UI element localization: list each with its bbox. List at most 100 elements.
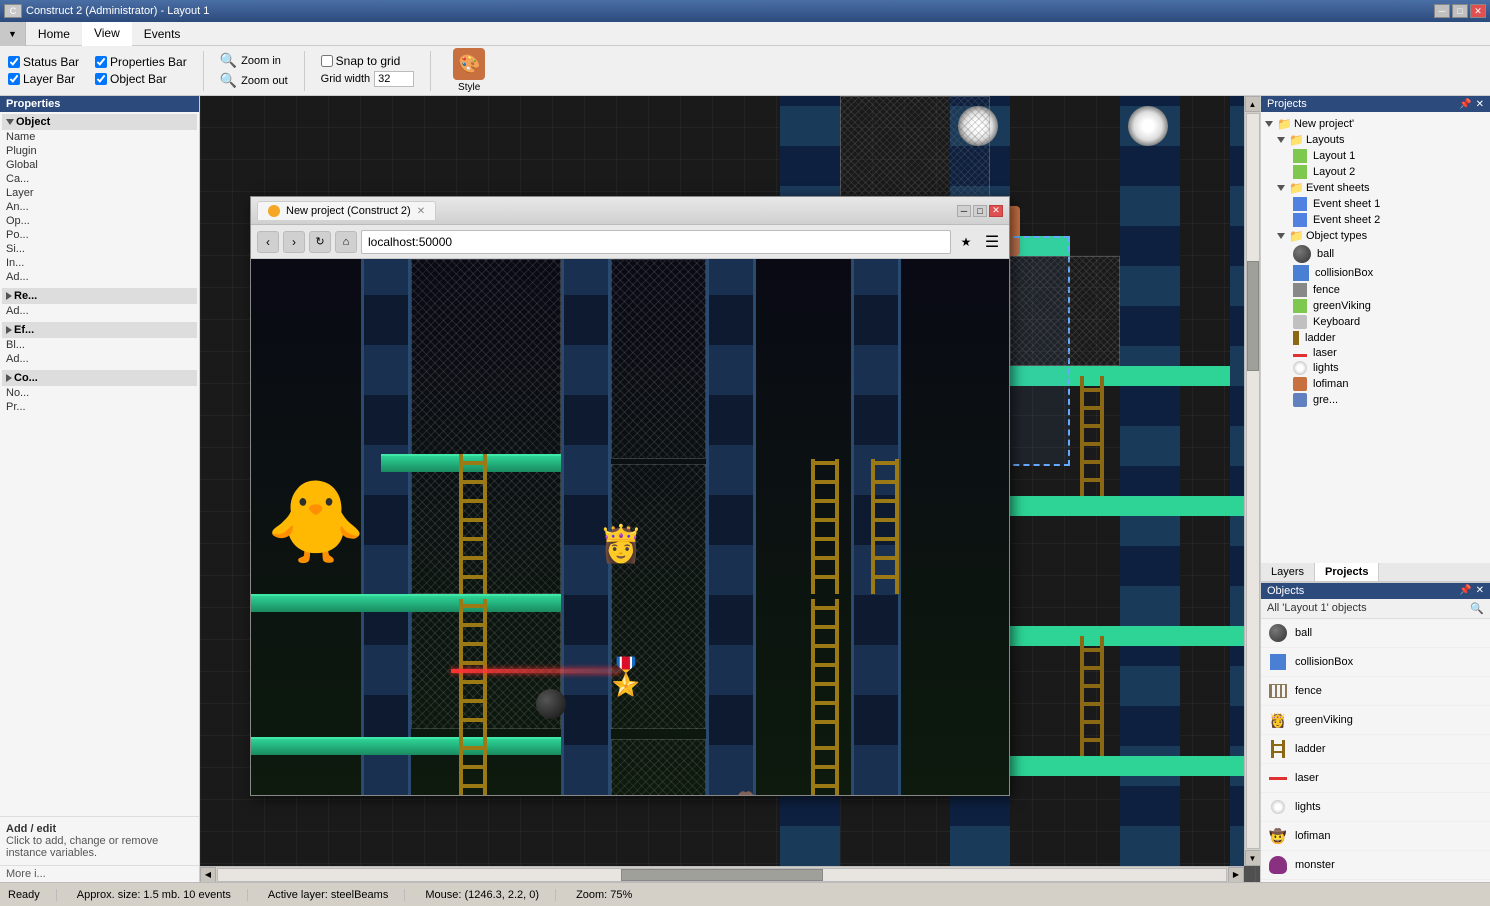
object-item-monster[interactable]: monster [1261,851,1490,880]
tree-obj-lights[interactable]: lights [1261,360,1490,376]
browser-minimize[interactable]: ─ [957,205,971,217]
scroll-up-btn[interactable]: ▲ [1245,96,1261,112]
center-canvas-area[interactable]: 👑 New project (Construct 2) ✕ [200,96,1260,882]
browser-maximize[interactable]: □ [973,205,987,217]
objects-search-btn[interactable]: 🔍 [1470,602,1484,615]
scroll-right-btn[interactable]: ▶ [1228,867,1244,883]
tree-event-2[interactable]: Event sheet 2 [1261,212,1490,228]
browser-tab[interactable]: New project (Construct 2) ✕ [257,201,436,220]
object-name-greenviking: greenViking [1295,714,1353,726]
object-item-fence[interactable]: fence [1261,677,1490,706]
browser-bookmark[interactable]: ★ [955,231,977,253]
app-menu-button[interactable]: ▼ [0,22,26,46]
object-item-ball[interactable]: ball [1261,619,1490,648]
h-scrollbar-track[interactable] [217,868,1227,882]
object-item-lights[interactable]: lights [1261,793,1490,822]
object-item-greenviking[interactable]: 👸 greenViking [1261,706,1490,735]
browser-window-controls[interactable]: ─ □ ✕ [957,205,1003,217]
prop-section-header-co[interactable]: Co... [2,370,197,386]
status-active-layer: Active layer: steelBeams [268,889,405,901]
browser-window[interactable]: New project (Construct 2) ✕ ─ □ ✕ ‹ › ↻ … [250,196,1010,796]
prop-section-header-object[interactable]: Object [2,114,197,130]
tree-layout-1-label: Layout 1 [1313,150,1355,162]
browser-refresh[interactable]: ↻ [309,231,331,253]
tree-obj-ball[interactable]: ball [1261,244,1490,264]
v-scrollbar-thumb[interactable] [1247,261,1259,371]
tree-root[interactable]: 📁 New project' [1261,116,1490,132]
v-scrollbar-track[interactable] [1246,113,1260,849]
grid-width-input[interactable] [374,71,414,87]
v-scrollbar[interactable]: ▲ ▼ [1244,96,1260,866]
tree-obj-more[interactable]: gre... [1261,392,1490,408]
scroll-down-btn[interactable]: ▼ [1245,850,1261,866]
game-ladder-5 [811,599,839,739]
object-icon-lights [1267,796,1289,818]
menu-view[interactable]: View [82,22,132,46]
objects-pin-btn[interactable]: 📌 [1459,585,1471,597]
tree-layouts[interactable]: 📁 Layouts [1261,132,1490,148]
tree-object-types[interactable]: 📁 Object types [1261,228,1490,244]
tab-projects[interactable]: Projects [1315,563,1379,581]
window-controls[interactable]: ─ □ ✕ [1434,4,1486,18]
tree-event-1[interactable]: Event sheet 1 [1261,196,1490,212]
game-platform-3 [251,737,561,755]
tree-obj-laser[interactable]: laser [1261,346,1490,360]
tree-root-label: New project' [1294,118,1354,130]
tree-obj-collisionbox[interactable]: collisionBox [1261,264,1490,282]
h-scrollbar[interactable]: ◀ ▶ [200,866,1244,882]
properties-bar-toggle[interactable]: Properties Bar [95,55,187,69]
zoom-out-btn[interactable]: 🔍 Zoom out [220,72,288,89]
grid-width-row: Grid width [321,71,415,87]
browser-forward[interactable]: › [283,231,305,253]
minimize-btn[interactable]: ─ [1434,4,1450,18]
object-item-collisionbox[interactable]: collisionBox [1261,648,1490,677]
tree-obj-keyboard[interactable]: Keyboard [1261,314,1490,330]
object-icon-greenviking: 👸 [1267,709,1289,731]
projects-close-btn[interactable]: ✕ [1476,99,1484,110]
browser-url-bar[interactable] [361,230,951,254]
zoom-in-btn[interactable]: 🔍 Zoom in [220,52,288,69]
objects-header-controls[interactable]: 📌 ✕ [1459,585,1484,597]
tree-layout-2[interactable]: Layout 2 [1261,164,1490,180]
object-item-ladder[interactable]: ladder [1261,735,1490,764]
browser-back[interactable]: ‹ [257,231,279,253]
tree-event-sheets[interactable]: 📁 Event sheets [1261,180,1490,196]
title-bar-left: C Construct 2 (Administrator) - Layout 1 [4,4,209,18]
projects-header-controls[interactable]: 📌 ✕ [1459,99,1484,110]
maximize-btn[interactable]: □ [1452,4,1468,18]
style-btn[interactable]: 🎨 Style [447,46,491,95]
projects-tree[interactable]: 📁 New project' 📁 Layouts Layout 1 Layout… [1261,112,1490,563]
status-bar: Ready Approx. size: 1.5 mb. 10 events Ac… [0,882,1490,906]
close-btn[interactable]: ✕ [1470,4,1486,18]
toolbar-view-checkboxes-2: Properties Bar Object Bar [95,55,187,86]
app-menu-btn[interactable]: C [4,4,22,18]
tab-layers[interactable]: Layers [1261,563,1315,581]
status-bar-toggle[interactable]: Status Bar [8,55,79,69]
h-scrollbar-thumb[interactable] [621,869,823,881]
browser-tab-close[interactable]: ✕ [417,206,425,217]
snap-to-grid-toggle[interactable]: Snap to grid [321,54,415,68]
object-item-lofiman[interactable]: 🤠 lofiman [1261,822,1490,851]
object-bar-toggle[interactable]: Object Bar [95,72,187,86]
scroll-left-btn[interactable]: ◀ [200,867,216,883]
projects-pin-btn[interactable]: 📌 [1459,99,1471,110]
layer-bar-toggle[interactable]: Layer Bar [8,72,79,86]
tree-obj-greenviking[interactable]: greenViking [1261,298,1490,314]
browser-menu[interactable]: ☰ [981,231,1003,253]
menu-home[interactable]: Home [26,22,82,46]
panel-tabs: Layers Projects [1261,563,1490,582]
prop-section-header-re[interactable]: Re... [2,288,197,304]
prop-section-header-ef[interactable]: Ef... [2,322,197,338]
tree-obj-lofiman[interactable]: lofiman [1261,376,1490,392]
browser-favicon [268,205,280,217]
tree-obj-fence[interactable]: fence [1261,282,1490,298]
objects-close-btn[interactable]: ✕ [1476,585,1484,597]
object-item-laser[interactable]: laser [1261,764,1490,793]
browser-close[interactable]: ✕ [989,205,1003,217]
browser-home[interactable]: ⌂ [335,231,357,253]
menu-events[interactable]: Events [132,22,193,46]
tree-obj-ladder[interactable]: ladder [1261,330,1490,346]
tree-layout-1[interactable]: Layout 1 [1261,148,1490,164]
game-scene: 🐥 🎖️ 👸 🤠 [251,259,1009,795]
prop-row-plugin: Plugin [2,144,197,158]
